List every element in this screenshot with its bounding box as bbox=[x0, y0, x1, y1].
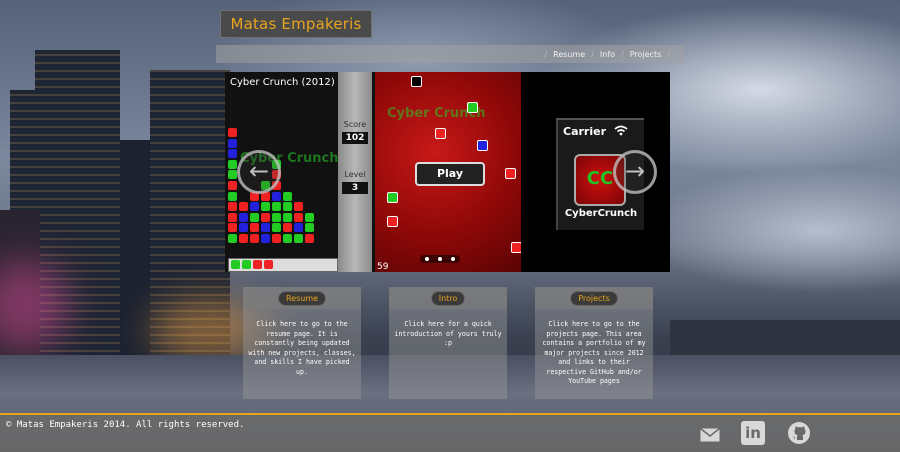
resume-card-text: Click here to go to the resume page. It … bbox=[248, 320, 356, 376]
game-block bbox=[283, 223, 292, 233]
wifi-icon bbox=[614, 125, 628, 139]
score-label: Score bbox=[343, 120, 367, 129]
game-block bbox=[228, 181, 237, 190]
slideshow-next-arrow[interactable]: → bbox=[613, 150, 657, 194]
game-block bbox=[305, 212, 314, 222]
game-block bbox=[283, 212, 292, 222]
game-block bbox=[305, 234, 314, 243]
game-block bbox=[261, 202, 270, 212]
projects-card-button[interactable]: Projects bbox=[570, 290, 618, 306]
game-block bbox=[228, 170, 237, 180]
background-building bbox=[120, 140, 150, 390]
nav-links: / Resume / Info / Projects / bbox=[544, 49, 670, 59]
game-block bbox=[294, 212, 303, 222]
game-block bbox=[239, 212, 248, 222]
game-block bbox=[283, 234, 292, 243]
nav-bar: / Resume / Info / Projects / bbox=[216, 45, 684, 63]
game-block bbox=[294, 223, 303, 233]
game-block bbox=[239, 202, 248, 212]
level-label: Level bbox=[344, 170, 366, 179]
screenshot-game-board: Cyber Crunch (2012) Score 102 Level 3 Cy… bbox=[225, 72, 375, 272]
game-block bbox=[305, 223, 314, 233]
nav-link-resume[interactable]: Resume bbox=[553, 50, 585, 59]
linkedin-icon[interactable]: in bbox=[741, 421, 765, 445]
game-block bbox=[261, 234, 270, 243]
score-panel: Score 102 Level 3 bbox=[338, 72, 372, 272]
game-block bbox=[228, 128, 237, 137]
game-block bbox=[272, 202, 281, 212]
projects-card-text: Click here to go to the projects page. T… bbox=[542, 320, 646, 385]
game-block bbox=[283, 191, 292, 201]
copyright-text: © Matas Empakeris 2014. All rights reser… bbox=[6, 420, 245, 430]
nav-link-info[interactable]: Info bbox=[600, 50, 615, 59]
resume-card[interactable]: Resume Click here to go to the resume pa… bbox=[243, 287, 361, 399]
game-block bbox=[228, 202, 237, 212]
game-title: Cyber Crunch (2012) bbox=[230, 77, 335, 88]
game-block bbox=[228, 149, 237, 159]
game-block bbox=[228, 159, 237, 169]
game-block bbox=[228, 191, 237, 201]
game-block bbox=[250, 212, 259, 222]
game-block bbox=[272, 223, 281, 233]
resume-card-button[interactable]: Resume bbox=[277, 290, 327, 306]
intro-card-button[interactable]: Intro bbox=[430, 290, 466, 306]
footer: © Matas Empakeris 2014. All rights reser… bbox=[0, 413, 900, 452]
game-block bbox=[261, 212, 270, 222]
score-value: 102 bbox=[342, 132, 368, 144]
game-block bbox=[228, 138, 237, 148]
screenshot-app-icon: Carrier CC CyberCrunch → bbox=[521, 72, 670, 272]
play-button[interactable]: Play bbox=[415, 162, 485, 186]
game-block bbox=[250, 223, 259, 233]
slideshow-prev-arrow[interactable]: ← bbox=[237, 150, 281, 194]
game-block bbox=[228, 212, 237, 222]
game-block bbox=[294, 202, 303, 212]
github-icon[interactable] bbox=[787, 421, 811, 449]
nav-link-projects[interactable]: Projects bbox=[630, 50, 662, 59]
game-number: 59 bbox=[377, 262, 389, 272]
app-name: CyberCrunch bbox=[564, 208, 638, 219]
game-block bbox=[272, 234, 281, 243]
game-block bbox=[239, 234, 248, 243]
game-block bbox=[250, 234, 259, 243]
game-block bbox=[272, 212, 281, 222]
game-block bbox=[228, 234, 237, 243]
intro-card-text: Click here for a quick introduction of y… bbox=[394, 320, 502, 347]
intro-card[interactable]: Intro Click here for a quick introductio… bbox=[389, 287, 507, 399]
game-progress-bar bbox=[228, 258, 338, 272]
game-block bbox=[272, 191, 281, 201]
projects-card[interactable]: Projects Click here to go to the project… bbox=[535, 287, 653, 399]
game-block bbox=[261, 223, 270, 233]
slideshow-dots[interactable] bbox=[420, 255, 460, 263]
site-title[interactable]: Matas Empakeris bbox=[220, 10, 372, 38]
screenshot-menu: Cyber Crunch Play 59 bbox=[375, 72, 522, 272]
game-block bbox=[228, 223, 237, 233]
level-value: 3 bbox=[342, 182, 368, 194]
project-slideshow[interactable]: Cyber Crunch (2012) Score 102 Level 3 Cy… bbox=[225, 72, 670, 272]
game-block bbox=[283, 202, 292, 212]
game-block bbox=[250, 202, 259, 212]
carrier-label: Carrier bbox=[563, 125, 607, 138]
game-block bbox=[294, 234, 303, 243]
mail-icon[interactable] bbox=[700, 427, 720, 446]
game-block bbox=[239, 223, 248, 233]
